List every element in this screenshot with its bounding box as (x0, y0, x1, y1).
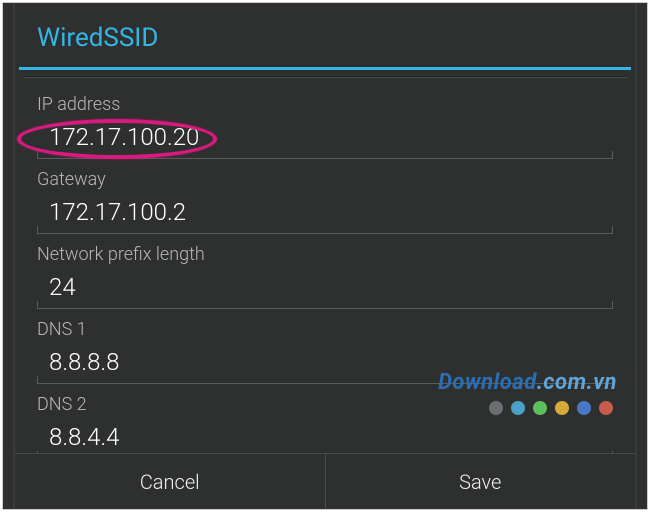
save-button[interactable]: Save (325, 454, 636, 509)
title-underline (19, 67, 631, 70)
dialog-content: IP address Gateway Network prefix length (15, 82, 635, 453)
app-frame: WiredSSID IP address Gateway Network (2, 2, 648, 510)
input-underline (37, 233, 613, 234)
input-dns2[interactable] (37, 419, 613, 453)
input-wrap (37, 344, 613, 384)
field-prefix-length: Network prefix length (37, 244, 613, 309)
input-prefix-length[interactable] (37, 269, 613, 309)
label-dns2: DNS 2 (37, 394, 613, 415)
field-ip-address: IP address (37, 94, 613, 159)
input-wrap (37, 194, 613, 234)
input-underline (37, 308, 613, 309)
input-gateway[interactable] (37, 194, 613, 234)
input-wrap (37, 119, 613, 159)
divider (23, 76, 627, 78)
field-dns2: DNS 2 (37, 394, 613, 453)
field-gateway: Gateway (37, 169, 613, 234)
cancel-button[interactable]: Cancel (15, 454, 325, 509)
label-gateway: Gateway (37, 169, 613, 190)
input-underline (37, 383, 613, 384)
label-dns1: DNS 1 (37, 319, 613, 340)
dialog-button-bar: Cancel Save (15, 453, 635, 509)
label-ip-address: IP address (37, 94, 613, 115)
input-ip-address[interactable] (37, 119, 613, 159)
input-underline (37, 158, 613, 159)
wifi-config-dialog: WiredSSID IP address Gateway Network (13, 3, 637, 509)
dialog-title: WiredSSID (37, 23, 613, 53)
dialog-title-bar: WiredSSID (15, 3, 635, 67)
input-dns1[interactable] (37, 344, 613, 384)
input-wrap (37, 269, 613, 309)
label-prefix-length: Network prefix length (37, 244, 613, 265)
input-wrap (37, 419, 613, 453)
field-dns1: DNS 1 (37, 319, 613, 384)
